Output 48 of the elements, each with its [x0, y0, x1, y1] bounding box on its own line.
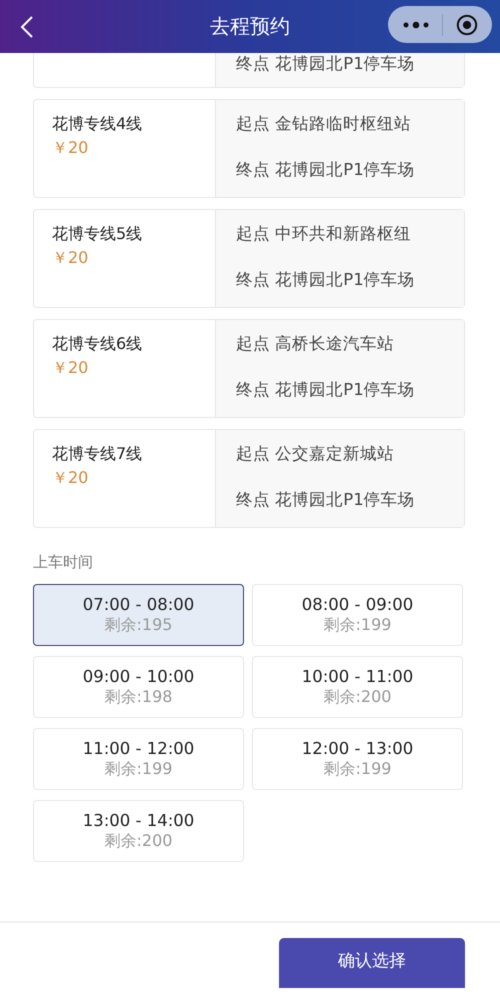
route-name: 花博专线4线 [52, 114, 144, 135]
route-price: ￥20 [52, 358, 90, 379]
confirm-button[interactable]: 确认选择 [279, 938, 465, 988]
end-stop: 终点 花博园北P1停车场 [236, 159, 416, 181]
slot-remaining: 剩余:199 [324, 614, 392, 636]
slot-time: 09:00 - 10:00 [82, 666, 194, 686]
time-slot[interactable]: 07:00 - 08:00 剩余:195 [33, 584, 244, 646]
slot-remaining: 剩余:199 [104, 758, 172, 780]
time-slot[interactable]: 09:00 - 10:00 剩余:198 [33, 656, 244, 718]
end-stop: 终点 花博园北P1停车场 [236, 379, 416, 401]
route-card[interactable]: 花博专线5线 ￥20 起点 中环共和新路枢纽 终点 花博园北P1停车场 [33, 209, 465, 308]
start-stop: 起点 高桥长途汽车站 [236, 333, 396, 355]
route-price: ￥20 [52, 468, 90, 489]
route-card[interactable]: 终点 花博园北P1停车场 [33, 53, 465, 88]
end-stop: 终点 花博园北P1停车场 [236, 53, 416, 75]
time-slot[interactable]: 10:00 - 11:00 剩余:200 [252, 656, 463, 718]
section-label: 上车时间 [33, 553, 94, 572]
start-stop: 起点 中环共和新路枢纽 [236, 223, 412, 245]
route-name: 花博专线7线 [52, 444, 144, 465]
route-name: 花博专线5线 [52, 224, 144, 245]
more-icon[interactable] [402, 20, 428, 28]
page-title: 去程预约 [210, 13, 290, 40]
slot-time: 12:00 - 13:00 [302, 738, 414, 758]
slot-remaining: 剩余:199 [324, 758, 392, 780]
slot-time: 10:00 - 11:00 [302, 666, 414, 686]
route-name: 花博专线6线 [52, 334, 144, 355]
end-stop: 终点 花博园北P1停车场 [236, 489, 416, 511]
route-price: ￥20 [52, 248, 90, 269]
slot-remaining: 剩余:200 [104, 830, 172, 852]
slot-remaining: 剩余:198 [104, 686, 172, 708]
slot-time: 13:00 - 14:00 [82, 810, 194, 830]
slot-time: 08:00 - 09:00 [302, 594, 414, 614]
slot-remaining: 剩余:195 [104, 614, 172, 636]
time-slot[interactable]: 08:00 - 09:00 剩余:199 [252, 584, 463, 646]
time-slot[interactable]: 11:00 - 12:00 剩余:199 [33, 728, 244, 790]
back-icon[interactable] [20, 14, 34, 38]
time-slot[interactable]: 13:00 - 14:00 剩余:200 [33, 800, 244, 862]
route-card[interactable]: 花博专线6线 ￥20 起点 高桥长途汽车站 终点 花博园北P1停车场 [33, 319, 465, 418]
time-slot[interactable]: 12:00 - 13:00 剩余:199 [252, 728, 463, 790]
slot-time: 11:00 - 12:00 [82, 738, 194, 758]
route-card[interactable]: 花博专线7线 ￥20 起点 公交嘉定新城站 终点 花博园北P1停车场 [33, 429, 465, 528]
start-stop: 起点 公交嘉定新城站 [236, 443, 396, 465]
slot-time: 07:00 - 08:00 [82, 594, 194, 614]
slot-remaining: 剩余:200 [324, 686, 392, 708]
start-stop: 起点 金钻路临时枢纽站 [236, 113, 412, 135]
route-price: ￥20 [52, 138, 90, 159]
end-stop: 终点 花博园北P1停车场 [236, 269, 416, 291]
route-card[interactable]: 花博专线4线 ￥20 起点 金钻路临时枢纽站 终点 花博园北P1停车场 [33, 99, 465, 198]
